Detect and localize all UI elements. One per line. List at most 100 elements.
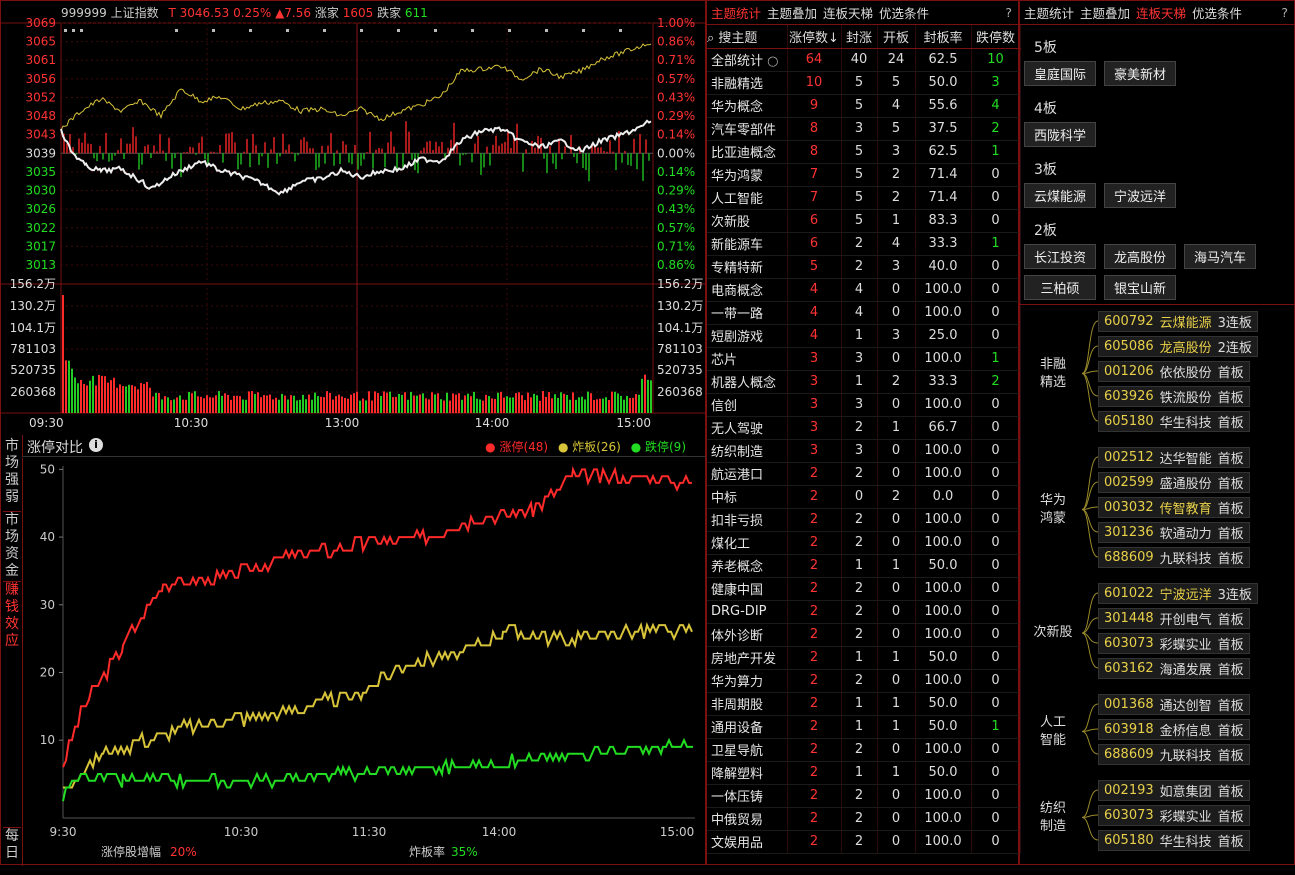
ladder-stock-chip[interactable]: 皇庭国际	[1024, 61, 1096, 86]
ladder-stock-row[interactable]: 605086 龙高股份 2连板	[1098, 336, 1258, 357]
side-tab-funds[interactable]: 市场资金	[3, 511, 21, 580]
ladder-stock-chip[interactable]: 三柏硕	[1024, 275, 1096, 300]
table-row[interactable]: 华为概念 9 5 4 55.6 4	[707, 94, 1021, 118]
vol-tick: 520735	[10, 363, 56, 377]
table-row[interactable]: 非融精选 10 5 5 50.0 3	[707, 71, 1021, 95]
tab-theme-stats[interactable]: 主题统计	[711, 3, 761, 22]
side-tab-strength[interactable]: 市场强弱	[3, 438, 21, 506]
col-header[interactable]: 跌停数	[971, 25, 1021, 49]
cell: 100.0	[915, 738, 972, 762]
table-row[interactable]: 华为鸿蒙 7 5 2 71.4 0	[707, 163, 1021, 187]
side-tab-profit-effect[interactable]: 赚钱效应	[3, 581, 21, 650]
table-row[interactable]: 信创 3 3 0 100.0 0	[707, 393, 1021, 417]
table-row[interactable]: 无人驾驶 3 2 1 66.7 0	[707, 416, 1021, 440]
stock-name: 海通发展	[1159, 663, 1212, 678]
help-icon[interactable]: ?	[1005, 5, 1012, 20]
theme-name: 芯片	[707, 347, 788, 371]
table-row[interactable]: 华为算力 2 2 0 100.0 0	[707, 669, 1021, 693]
col-header[interactable]: 涨停数↓	[787, 25, 842, 49]
ladder-stock-row[interactable]: 001368 通达创智 首板	[1098, 694, 1250, 715]
table-row[interactable]: 新能源车 6 2 4 33.3 1	[707, 232, 1021, 256]
table-row[interactable]: 非周期股 2 1 1 50.0 0	[707, 692, 1021, 716]
table-row[interactable]: 航运港口 2 2 0 100.0 0	[707, 462, 1021, 486]
table-row[interactable]: 专精特新 5 2 3 40.0 0	[707, 255, 1021, 279]
ladder-stock-row[interactable]: 605180 华生科技 首板	[1098, 830, 1250, 851]
table-row[interactable]: 机器人概念 3 1 2 33.3 2	[707, 370, 1021, 394]
ladder-stock-chip[interactable]: 西陇科学	[1024, 122, 1096, 147]
ladder-stock-chip[interactable]: 龙高股份	[1104, 244, 1176, 269]
cell: 1	[841, 554, 878, 578]
ladder-stock-row[interactable]: 603073 彩蝶实业 首板	[1098, 633, 1250, 654]
table-row[interactable]: 比亚迪概念 8 5 3 62.5 1	[707, 140, 1021, 164]
ladder-stock-row[interactable]: 688609 九联科技 首板	[1098, 547, 1250, 568]
ladder-stock-row[interactable]: 002599 盛通股份 首板	[1098, 472, 1250, 493]
table-row[interactable]: 降解塑料 2 1 1 50.0 0	[707, 761, 1021, 785]
table-row[interactable]: 文娱用品 2 2 0 100.0 0	[707, 830, 1021, 854]
stock-name: 龙高股份	[1159, 341, 1212, 356]
col-header[interactable]: 封板率	[915, 25, 972, 49]
search-theme-header[interactable]: ⌕ 搜主题	[707, 25, 788, 49]
table-row[interactable]: 扣非亏损 2 2 0 100.0 0	[707, 508, 1021, 532]
legend-broken[interactable]: ● 炸板(26)	[558, 440, 621, 454]
ladder-stock-chip[interactable]: 海马汽车	[1184, 244, 1256, 269]
table-row[interactable]: 芯片 3 3 0 100.0 1	[707, 347, 1021, 371]
tab-ladder[interactable]: 连板天梯	[823, 3, 873, 22]
table-row[interactable]: 汽车零部件 8 3 5 37.5 2	[707, 117, 1021, 141]
col-header[interactable]: 封涨	[841, 25, 878, 49]
table-row[interactable]: 一体压铸 2 2 0 100.0 0	[707, 784, 1021, 808]
ladder-stock-row[interactable]: 003032 传智教育 首板	[1098, 497, 1250, 518]
pct-tick: 0.29%	[657, 184, 695, 198]
ladder-stock-row[interactable]: 603926 铁流股份 首板	[1098, 386, 1250, 407]
circle-icon[interactable]: ○	[763, 54, 778, 69]
info-icon[interactable]: i	[89, 438, 103, 452]
col-header[interactable]: 开板	[877, 25, 916, 49]
tab-ladder[interactable]: 连板天梯	[1136, 3, 1186, 22]
table-row[interactable]: 通用设备 2 1 1 50.0 1	[707, 715, 1021, 739]
ladder-stock-chip[interactable]: 宁波远洋	[1104, 183, 1176, 208]
side-tab-daily[interactable]: 每日	[3, 827, 21, 862]
ladder-stock-row[interactable]: 601022 宁波远洋 3连板	[1098, 583, 1258, 604]
tab-conditions[interactable]: 优选条件	[1192, 3, 1242, 22]
ladder-stock-row[interactable]: 603918 金桥信息 首板	[1098, 719, 1250, 740]
ladder-stock-row[interactable]: 688609 九联科技 首板	[1098, 744, 1250, 765]
ladder-stock-row[interactable]: 603162 海通发展 首板	[1098, 658, 1250, 679]
table-row[interactable]: 房地产开发 2 1 1 50.0 0	[707, 646, 1021, 670]
table-row[interactable]: DRG-DIP 2 2 0 100.0 0	[707, 600, 1021, 624]
table-row[interactable]: 中俄贸易 2 2 0 100.0 0	[707, 807, 1021, 831]
table-row[interactable]: 人工智能 7 5 2 71.4 0	[707, 186, 1021, 210]
intraday-chart[interactable]: 3069 1.00% 3065 0.86% 3061 0.71% 3056 0.57% 3052…	[1, 1, 705, 431]
table-row[interactable]: 一带一路 4 4 0 100.0 0	[707, 301, 1021, 325]
ladder-stock-row[interactable]: 001206 依依股份 首板	[1098, 361, 1250, 382]
legend-limitup[interactable]: ● 涨停(48)	[485, 440, 548, 454]
table-row[interactable]: 电商概念 4 4 0 100.0 0	[707, 278, 1021, 302]
tab-theme-stats[interactable]: 主题统计	[1024, 3, 1074, 22]
tab-conditions[interactable]: 优选条件	[879, 3, 929, 22]
ladder-stock-row[interactable]: 301448 开创电气 首板	[1098, 608, 1250, 629]
ladder-stock-chip[interactable]: 云煤能源	[1024, 183, 1096, 208]
table-row[interactable]: 煤化工 2 2 0 100.0 0	[707, 531, 1021, 555]
ladder-stock-row[interactable]: 605180 华生科技 首板	[1098, 411, 1250, 432]
ladder-stock-row[interactable]: 002193 如意集团 首板	[1098, 780, 1250, 801]
table-row[interactable]: 次新股 6 5 1 83.3 0	[707, 209, 1021, 233]
ladder-stock-row[interactable]: 603073 彩蝶实业 首板	[1098, 805, 1250, 826]
cell: 6	[787, 232, 842, 256]
ladder-stock-row[interactable]: 600792 云煤能源 3连板	[1098, 311, 1258, 332]
table-row[interactable]: 短剧游戏 4 1 3 25.0 0	[707, 324, 1021, 348]
ladder-stock-row[interactable]: 301236 软通动力 首板	[1098, 522, 1250, 543]
help-icon[interactable]: ?	[1281, 5, 1288, 20]
ladder-stock-row[interactable]: 002512 达华智能 首板	[1098, 447, 1250, 468]
table-row[interactable]: 养老概念 2 1 1 50.0 0	[707, 554, 1021, 578]
table-row[interactable]: 中标 2 0 2 0.0 0	[707, 485, 1021, 509]
tab-theme-overlay[interactable]: 主题叠加	[767, 3, 817, 22]
ladder-stock-chip[interactable]: 长江投资	[1024, 244, 1096, 269]
table-row[interactable]: 卫星导航 2 2 0 100.0 0	[707, 738, 1021, 762]
table-row[interactable]: 全部统计 ○ 64 40 24 62.5 10	[707, 48, 1021, 72]
table-row[interactable]: 健康中国 2 2 0 100.0 0	[707, 577, 1021, 601]
legend-limitdown[interactable]: ● 跌停(9)	[631, 440, 686, 454]
ladder-stock-chip[interactable]: 银宝山新	[1104, 275, 1176, 300]
ladder-stock-chip[interactable]: 豪美新材	[1104, 61, 1176, 86]
table-row[interactable]: 纺织制造 3 3 0 100.0 0	[707, 439, 1021, 463]
table-row[interactable]: 体外诊断 2 2 0 100.0 0	[707, 623, 1021, 647]
tab-theme-overlay[interactable]: 主题叠加	[1080, 3, 1130, 22]
y-tick-label: 30	[40, 598, 55, 612]
